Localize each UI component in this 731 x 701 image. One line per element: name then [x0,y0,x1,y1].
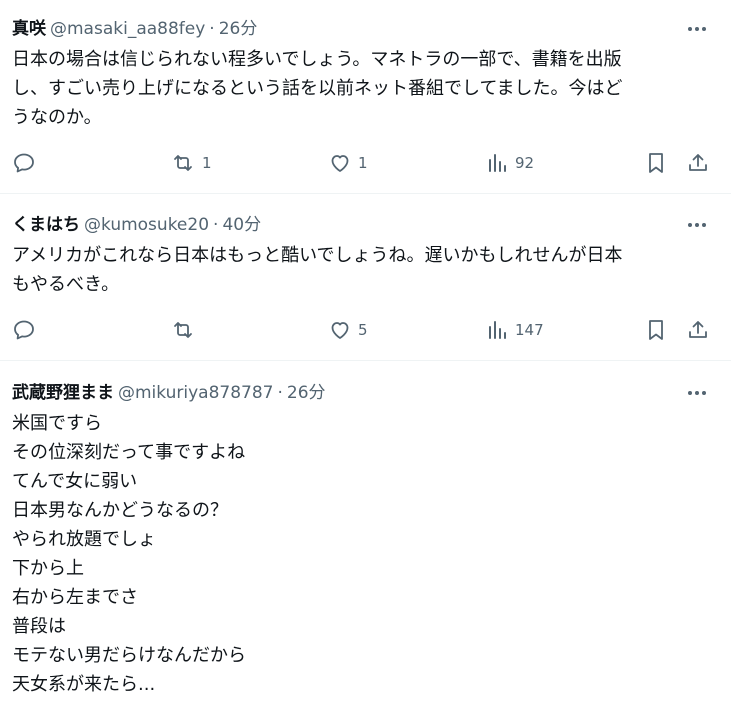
views-count: 147 [515,321,544,339]
like-icon [328,151,352,175]
post-header: くまはち @kumosuke20 · 40分 [12,213,707,237]
action-bar: 1 1 92 [0,150,731,176]
like-count: 5 [358,321,368,339]
reply-button[interactable] [12,317,36,343]
reply-button[interactable] [12,150,36,176]
like-count: 1 [358,154,368,172]
share-icon [686,151,710,175]
like-button[interactable]: 1 [328,150,368,176]
repost-count: 1 [202,154,212,172]
post[interactable]: 武蔵野狸まま @mikuriya878787 · 26分 米国ですら その位深刻… [0,381,731,699]
more-button[interactable] [685,17,709,41]
user-handle[interactable]: @masaki_aa88fey [50,17,205,41]
timestamp[interactable]: 26分 [219,17,258,41]
display-name[interactable]: くまはち [12,213,80,237]
bookmark-icon [645,318,667,342]
more-icon [687,390,707,396]
repost-button[interactable] [170,317,196,343]
bookmark-button[interactable] [645,317,667,343]
bookmark-icon [645,151,667,175]
views-icon [487,318,509,342]
share-button[interactable] [686,150,710,176]
views-count: 92 [515,154,535,172]
more-icon [687,26,707,32]
reply-icon [12,318,36,342]
divider [0,360,731,361]
action-bar: 5 147 [0,317,731,343]
views-icon [487,151,509,175]
user-handle[interactable]: @kumosuke20 [84,213,209,237]
separator: · [213,215,219,235]
separator: · [277,383,283,403]
views-button[interactable]: 92 [487,150,534,176]
like-button[interactable]: 5 [328,317,368,343]
timestamp[interactable]: 26分 [287,381,326,405]
share-button[interactable] [686,317,710,343]
divider [0,193,731,194]
more-icon [687,222,707,228]
post[interactable]: 真咲 @masaki_aa88fey · 26分 日本の場合は信じられない程多い… [0,17,731,132]
user-handle[interactable]: @mikuriya878787 [118,381,273,405]
post-text: アメリカがこれなら日本はもっと酷いでしょうね。遅いかもしれせんが日本 もやるべき… [12,245,623,295]
repost-icon [170,318,196,342]
post[interactable]: くまはち @kumosuke20 · 40分 アメリカがこれなら日本はもっと酷い… [0,213,731,299]
share-icon [686,318,710,342]
separator: · [209,19,215,39]
reply-icon [12,151,36,175]
post-text: 日本の場合は信じられない程多いでしょう。マネトラの一部で、書籍を出版 し、すごい… [12,49,623,128]
post-header: 真咲 @masaki_aa88fey · 26分 [12,17,707,41]
more-button[interactable] [685,213,709,237]
repost-icon [170,151,196,175]
bookmark-button[interactable] [645,150,667,176]
post-header: 武蔵野狸まま @mikuriya878787 · 26分 [12,381,707,405]
display-name[interactable]: 武蔵野狸まま [12,381,114,405]
more-button[interactable] [685,381,709,405]
views-button[interactable]: 147 [487,317,544,343]
timestamp[interactable]: 40分 [222,213,261,237]
like-icon [328,318,352,342]
repost-button[interactable]: 1 [170,150,212,176]
post-text: 米国ですら その位深刻だって事ですよね てんで女に弱い 日本男なんかどうなるの？… [12,413,246,695]
display-name[interactable]: 真咲 [12,17,46,41]
